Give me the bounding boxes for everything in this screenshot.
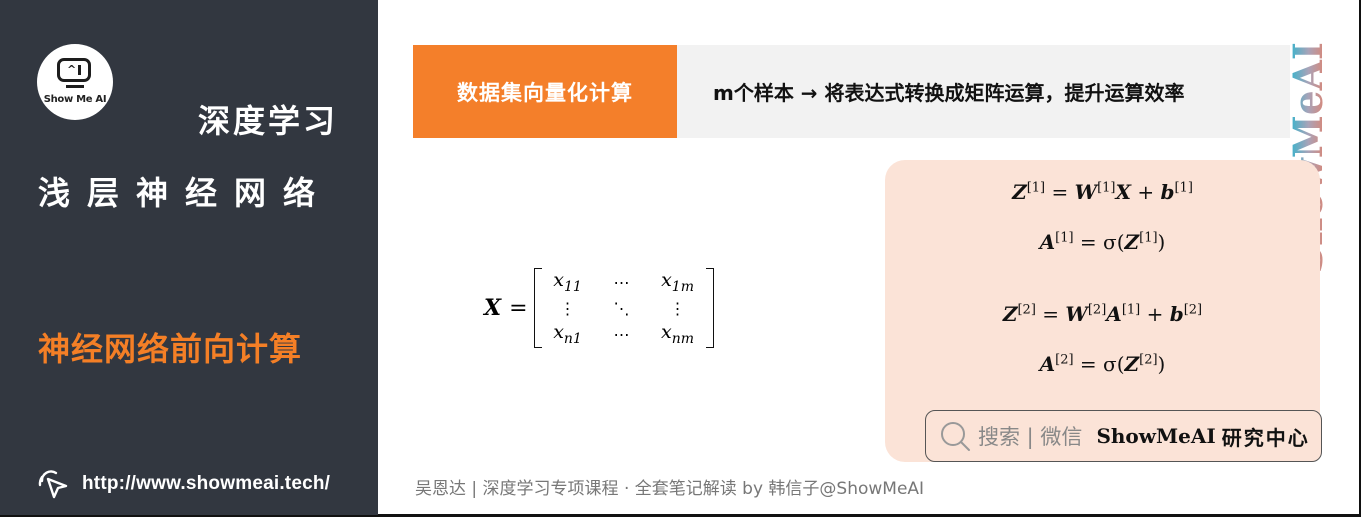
course-title: 深度学习 (197, 102, 338, 140)
matrix-dots: ⋯ (613, 324, 630, 344)
formula-a2: A[2] = σ(Z[2]) (1039, 352, 1166, 376)
robot-screen-icon: ^ (57, 58, 91, 82)
wechat-search-badge: 搜索 | 微信 ShowMeAI 研究中心 (925, 410, 1322, 462)
search-brand: ShowMeAI (1096, 424, 1216, 448)
section-title: 神经网络前向计算 (38, 330, 303, 368)
topic-description: m个样本 → 将表达式转换成矩阵运算，提升运算效率 (677, 45, 1290, 138)
formula-z1: Z[1] = W[1]X + b[1] (1012, 180, 1193, 204)
footer-credit: 吴恩达 | 深度学习专项课程 · 全套笔记解读 by 韩信子@ShowMeAI (415, 479, 925, 499)
showmeai-logo: ^ Show Me AI (37, 44, 113, 120)
matrix-cell: x11 (553, 269, 582, 295)
sidebar: ^ Show Me AI 深度学习 浅层神经网络 神经网络前向计算 http:/… (0, 0, 378, 515)
search-center: 研究中心 (1221, 425, 1310, 450)
website-link[interactable]: http://www.showmeai.tech/ (36, 467, 330, 501)
matrix-grid: x11 ⋯ x1m ⋮ ⋱ ⋮ xn1 ⋯ xnm (542, 269, 706, 347)
matrix-cell: xn1 (553, 321, 582, 347)
left-bracket (533, 268, 542, 348)
cursor-click-icon (38, 470, 68, 499)
search-icon (941, 422, 970, 451)
matrix-equals: = (509, 295, 528, 321)
matrix-dots: ⋮ (559, 298, 576, 318)
formula-a1: A[1] = σ(Z[1]) (1039, 230, 1166, 254)
website-url[interactable]: http://www.showmeai.tech/ (82, 473, 330, 495)
topic-label: 数据集向量化计算 (413, 45, 677, 138)
logo-text: Show Me AI (43, 94, 107, 105)
matrix-cell: x1m (661, 269, 694, 295)
matrix-cell: xnm (661, 321, 695, 347)
matrix-lhs: X (484, 295, 502, 321)
formula-z2: Z[2] = W[2]A[1] + b[2] (1002, 302, 1203, 326)
matrix-dots: ⋯ (613, 272, 630, 292)
input-matrix: X = x11 ⋯ x1m ⋮ ⋱ ⋮ xn1 ⋯ xnm (484, 268, 714, 348)
matrix-dots: ⋮ (669, 298, 686, 318)
search-hint: 搜索 | 微信 (978, 425, 1083, 449)
matrix-dots: ⋱ (613, 298, 630, 318)
chapter-title: 浅层神经网络 (38, 174, 333, 212)
right-bracket (705, 268, 714, 348)
